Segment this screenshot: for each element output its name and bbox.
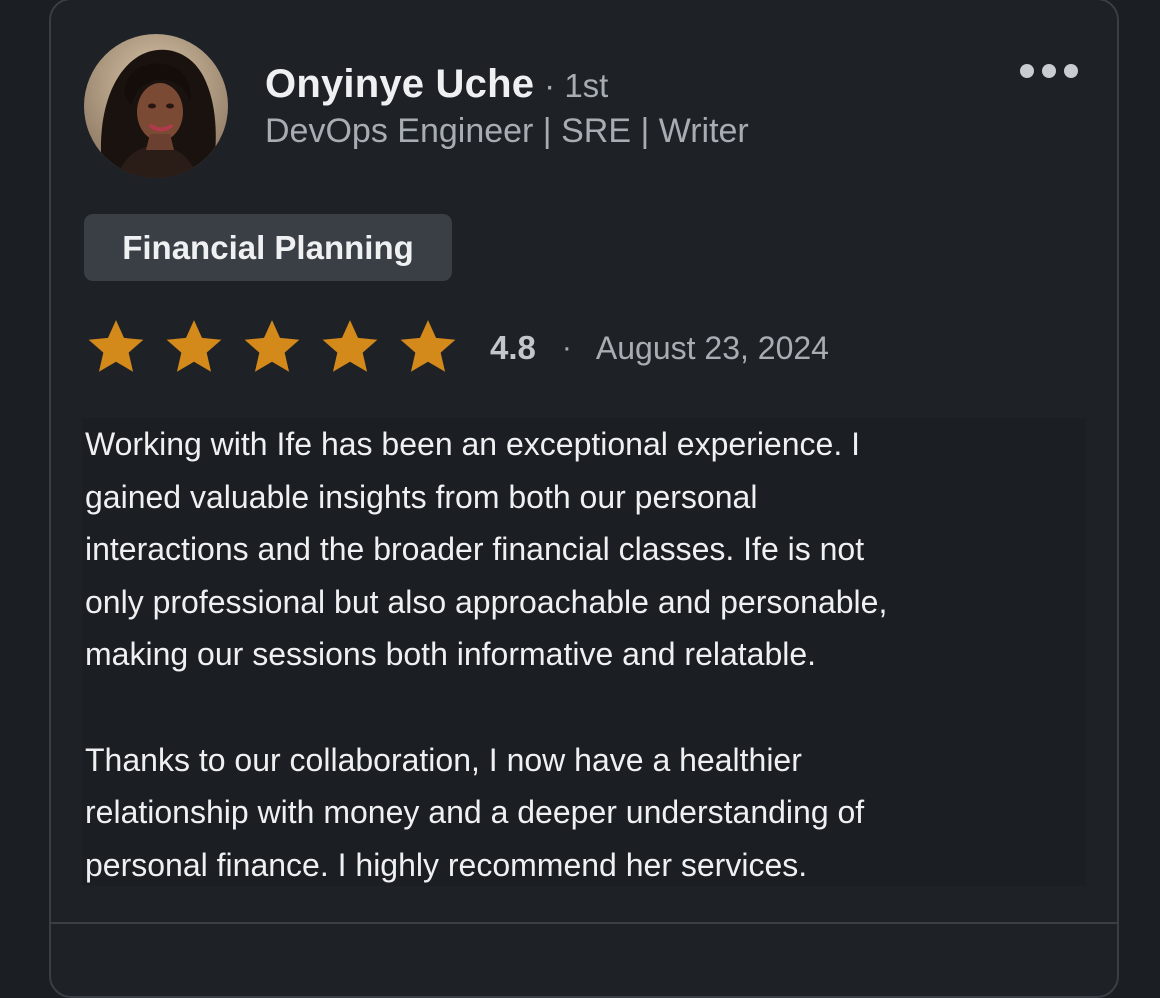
review-paragraph: Thanks to our collaboration, I now have …	[85, 741, 865, 883]
more-horizontal-icon	[1042, 64, 1056, 78]
more-horizontal-icon	[1064, 64, 1078, 78]
service-tag: Financial Planning	[84, 214, 452, 281]
review-paragraph: Working with Ife has been an exceptional…	[85, 426, 888, 673]
review-date: August 23, 2024	[595, 329, 829, 366]
star-rating	[84, 317, 460, 379]
star-icon	[88, 320, 144, 372]
star-icon	[400, 320, 456, 372]
separator-dot: ·	[561, 331, 572, 364]
star-icon	[322, 320, 378, 372]
review-text: Working with Ife has been an exceptional…	[82, 418, 1086, 886]
star-icon	[244, 320, 300, 372]
star-icon	[166, 320, 222, 372]
reviewer-name[interactable]: Onyinye Uche	[265, 62, 534, 107]
divider	[51, 922, 1117, 924]
more-horizontal-icon	[1020, 64, 1034, 78]
connection-degree: · 1st	[544, 67, 609, 104]
reviewer-headline: DevOps Engineer | SRE | Writer	[265, 112, 749, 150]
avatar[interactable]	[84, 34, 228, 178]
rating-score: 4.8	[490, 329, 536, 366]
more-options-button[interactable]	[1012, 58, 1086, 84]
rating-row: 4.8 · August 23, 2024	[84, 316, 829, 380]
reviewer-name-line: Onyinye Uche · 1st	[265, 62, 608, 108]
